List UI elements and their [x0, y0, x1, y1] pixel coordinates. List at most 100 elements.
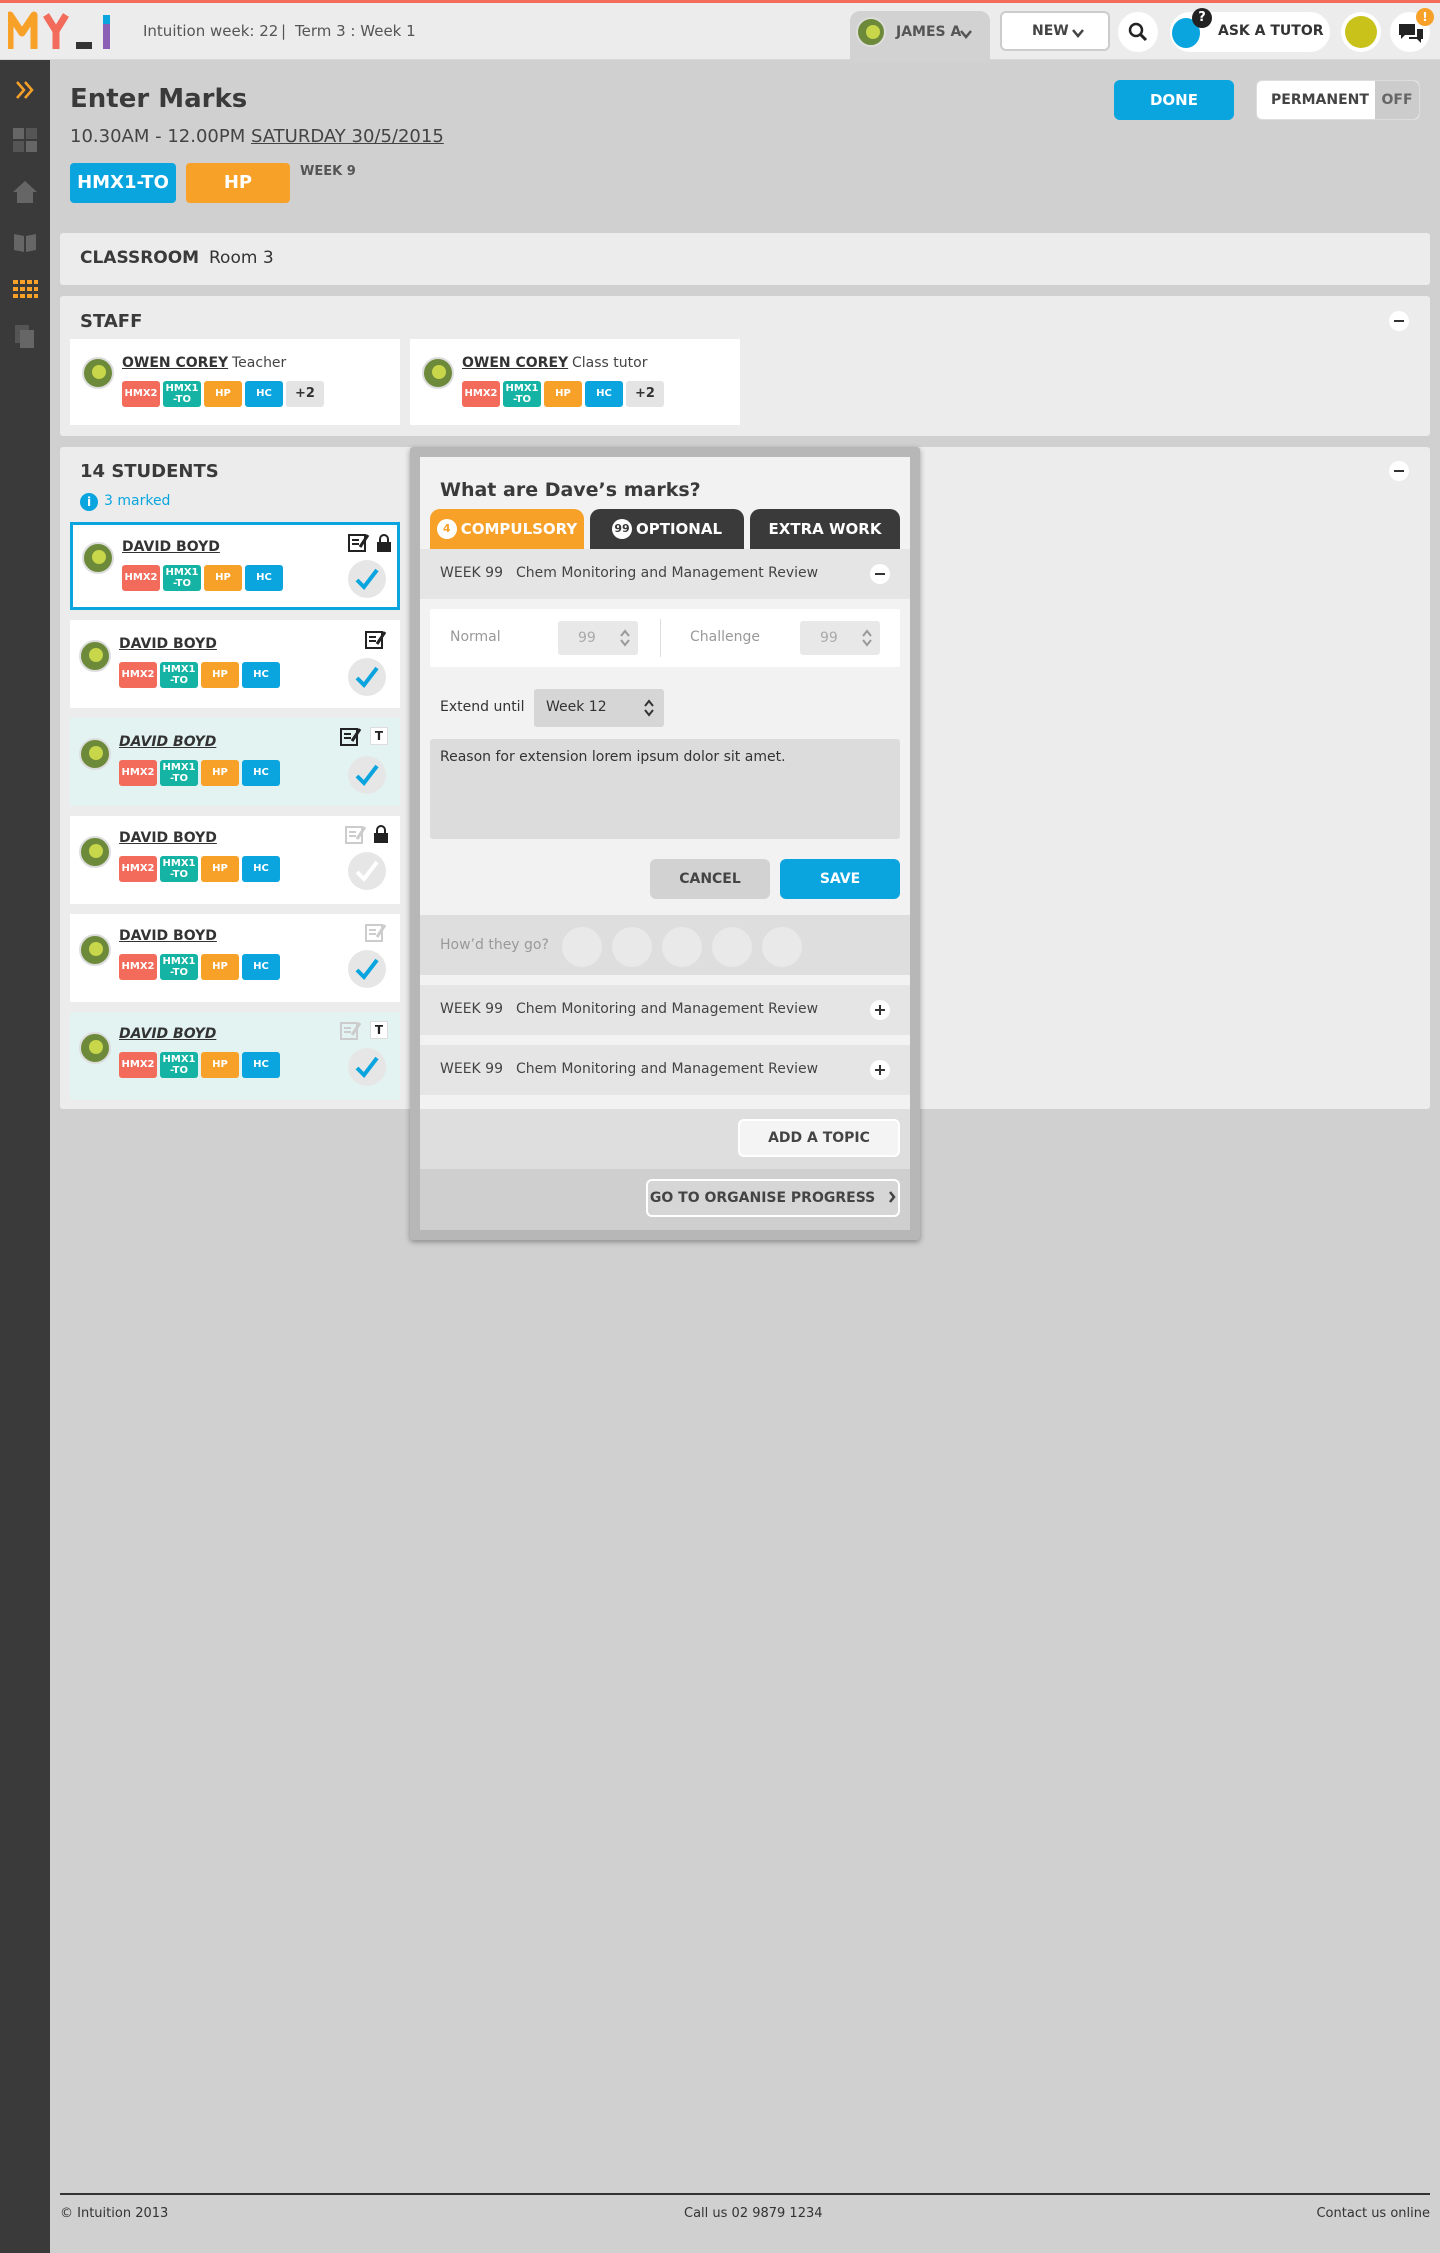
edit-note-icon[interactable]: [340, 1021, 362, 1041]
permanent-toggle[interactable]: PERMANENT OFF: [1256, 80, 1420, 120]
profile-avatar-button[interactable]: [1341, 12, 1381, 52]
subject-tag[interactable]: HP: [186, 163, 290, 203]
rating-option[interactable]: [712, 927, 752, 967]
new-button[interactable]: NEW: [1000, 11, 1110, 51]
mark-checkbox[interactable]: [348, 560, 386, 598]
staff-card[interactable]: OWEN COREY Teacher HMX2 HMX1 -TO HP HC +2: [70, 339, 400, 425]
dashboard-icon[interactable]: [11, 126, 39, 154]
home-icon[interactable]: [11, 178, 39, 206]
staff-name[interactable]: OWEN COREY: [122, 355, 228, 371]
extend-until-select[interactable]: Week 12: [534, 689, 664, 727]
edit-note-icon[interactable]: [365, 923, 387, 943]
mark-checkbox[interactable]: [348, 658, 386, 696]
mark-checkbox[interactable]: [348, 950, 386, 988]
tutor-badge: ?: [1192, 8, 1212, 28]
tab-label: OPTIONAL: [635, 520, 723, 538]
edit-note-icon[interactable]: [348, 533, 370, 553]
collapse-students-button[interactable]: [1389, 461, 1409, 481]
ask-tutor-button[interactable]: ? ASK A TUTOR: [1170, 8, 1330, 52]
mark-checkbox[interactable]: [348, 756, 386, 794]
chip-hmx2: HMX2: [119, 662, 157, 688]
expand-icon[interactable]: [11, 76, 39, 104]
rating-option[interactable]: [562, 927, 602, 967]
documents-icon[interactable]: [11, 322, 39, 350]
add-topic-button[interactable]: ADD A TOPIC: [738, 1119, 900, 1157]
rating-option[interactable]: [612, 927, 652, 967]
rating-option[interactable]: [662, 927, 702, 967]
normal-mark-stepper[interactable]: 99: [558, 621, 638, 655]
student-card[interactable]: DAVID BOYD HMX2 HMX1 -TO HP HC T: [70, 718, 400, 806]
new-label: NEW: [1032, 23, 1069, 39]
cancel-button[interactable]: CANCEL: [650, 859, 770, 899]
collapse-topic-button[interactable]: [870, 564, 890, 584]
chip-more[interactable]: +2: [286, 381, 324, 407]
challenge-value: 99: [820, 630, 838, 646]
tab-extra-work[interactable]: EXTRA WORK: [750, 509, 900, 549]
topic-row[interactable]: WEEK 99 Chem Monitoring and Management R…: [420, 1045, 910, 1095]
student-name[interactable]: DAVID BOYD: [119, 928, 217, 944]
tab-label: EXTRA WORK: [768, 520, 882, 538]
checkmark-icon: [355, 860, 379, 883]
checkmark-icon: [355, 958, 379, 981]
time-range: 10.30AM - 12.00PM: [70, 126, 246, 147]
lesson-date[interactable]: SATURDAY 30/5/2015: [251, 126, 444, 147]
myi-logo[interactable]: [8, 9, 130, 53]
tab-count: 99: [611, 519, 632, 539]
challenge-mark-stepper[interactable]: 99: [800, 621, 880, 655]
student-card[interactable]: DAVID BOYD HMX2 HMX1 -TO HP HC T: [70, 1012, 400, 1100]
topic-name: Chem Monitoring and Management Review: [516, 1061, 819, 1077]
topic-week: WEEK 99: [440, 1061, 503, 1077]
staff-name[interactable]: OWEN COREY: [462, 355, 568, 371]
tab-compulsory[interactable]: 4 COMPULSORY: [430, 509, 584, 549]
organise-progress-button[interactable]: GO TO ORGANISE PROGRESS: [646, 1179, 900, 1217]
user-avatar: [856, 17, 886, 47]
footer: © Intuition 2013 Call us 02 9879 1234 Co…: [50, 2190, 1440, 2253]
topic-row[interactable]: WEEK 99 Chem Monitoring and Management R…: [420, 549, 910, 599]
search-button[interactable]: [1118, 12, 1158, 52]
divider: [660, 619, 661, 657]
lesson-time: 10.30AM - 12.00PM SATURDAY 30/5/2015: [70, 126, 444, 147]
edit-note-icon[interactable]: [340, 727, 362, 747]
extension-reason-field[interactable]: [430, 739, 900, 839]
expand-topic-button[interactable]: [870, 1000, 890, 1020]
class-tag[interactable]: HMX1-TO: [70, 163, 176, 203]
topic-row[interactable]: WEEK 99 Chem Monitoring and Management R…: [420, 985, 910, 1035]
rating-row: How’d they go?: [420, 915, 910, 975]
stepper-arrows-icon[interactable]: [620, 629, 630, 647]
marked-count[interactable]: 3 marked: [104, 493, 170, 509]
rating-label: How’d they go?: [440, 937, 549, 953]
done-button[interactable]: DONE: [1114, 80, 1234, 120]
stepper-arrows-icon[interactable]: [862, 629, 872, 647]
student-avatar: [82, 542, 114, 574]
student-name[interactable]: DAVID BOYD: [119, 830, 217, 846]
staff-card[interactable]: OWEN COREY Class tutor HMX2 HMX1 -TO HP H…: [410, 339, 740, 425]
student-name[interactable]: DAVID BOYD: [119, 636, 217, 652]
rating-option[interactable]: [762, 927, 802, 967]
student-name[interactable]: DAVID BOYD: [119, 1026, 216, 1042]
edit-note-icon[interactable]: [345, 825, 367, 845]
book-icon[interactable]: [11, 228, 39, 256]
save-button[interactable]: SAVE: [780, 859, 900, 899]
phone-contact[interactable]: Call us 02 9879 1234: [684, 2206, 823, 2221]
chip-more[interactable]: +2: [626, 381, 664, 407]
user-menu[interactable]: JAMES A: [850, 11, 990, 63]
student-card[interactable]: DAVID BOYD HMX2 HMX1 -TO HP HC: [70, 816, 400, 904]
mark-checkbox[interactable]: [348, 1048, 386, 1086]
student-card[interactable]: DAVID BOYD HMX2 HMX1 -TO HP HC: [70, 620, 400, 708]
messages-button[interactable]: !: [1390, 8, 1434, 52]
student-card[interactable]: DAVID BOYD HMX2 HMX1 -TO HP HC: [70, 522, 400, 610]
student-name[interactable]: DAVID BOYD: [122, 539, 220, 555]
edit-note-icon[interactable]: [365, 630, 387, 650]
staff-title: STAFF: [80, 311, 143, 332]
student-card[interactable]: DAVID BOYD HMX2 HMX1 -TO HP HC: [70, 914, 400, 1002]
calendar-icon[interactable]: [11, 276, 39, 304]
collapse-staff-button[interactable]: [1389, 311, 1409, 331]
mark-checkbox[interactable]: [348, 852, 386, 890]
chip-hc: HC: [242, 856, 280, 882]
contact-link[interactable]: Contact us online: [1316, 2206, 1430, 2221]
expand-topic-button[interactable]: [870, 1060, 890, 1080]
classroom-panel: CLASSROOM Room 3: [60, 233, 1430, 285]
tab-optional[interactable]: 99 OPTIONAL: [590, 509, 744, 549]
student-name[interactable]: DAVID BOYD: [119, 734, 216, 750]
checkmark-icon: [355, 568, 379, 591]
